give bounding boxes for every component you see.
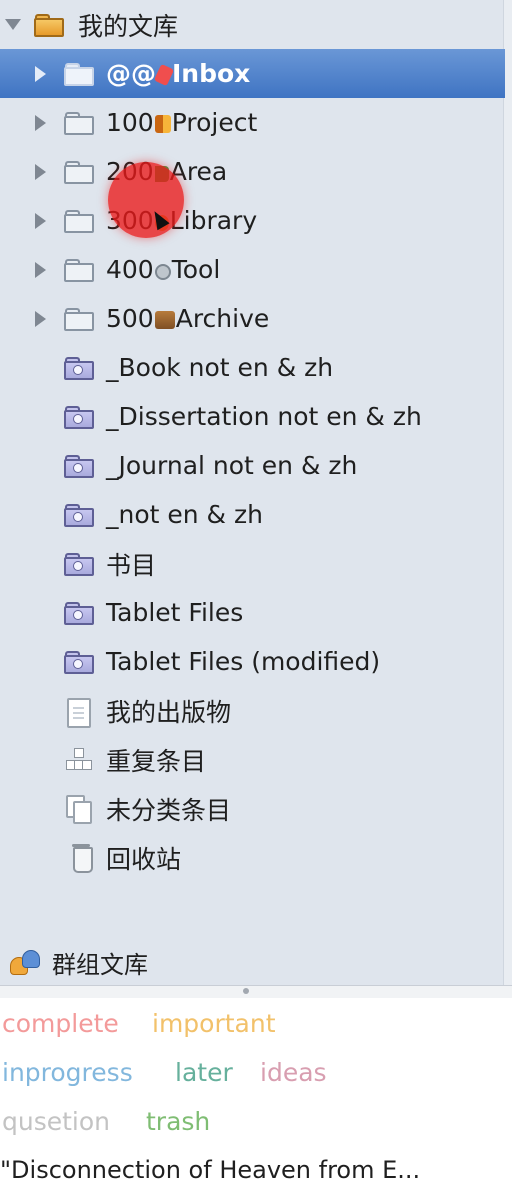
library-title: 我的文库 [78,11,179,41]
chevron-right-icon[interactable] [35,311,46,327]
saved-search-label: _Journal not en & zh [106,451,358,480]
saved-search-icon [64,651,94,674]
chevron-down-icon[interactable] [5,19,21,30]
collection-library[interactable]: 300 Library [0,196,505,245]
library-row[interactable]: 我的文库 [0,0,505,49]
saved-search-label: _Dissertation not en & zh [106,402,422,431]
folder-icon [64,308,94,331]
saved-search-bibliography[interactable]: 书目 [0,539,505,588]
box-icon [154,311,175,329]
collections-pane: 我的文库 @@ Inbox 100 Project 200 Area 300 Libra… [0,0,512,985]
chevron-right-icon[interactable] [35,66,46,82]
collection-area[interactable]: 200 Area [0,147,505,196]
tag-important[interactable]: important [152,1009,276,1038]
saved-search-label: Tablet Files [106,598,244,627]
collection-label: @@ Inbox [106,59,251,88]
special-label: 我的出版物 [106,697,232,727]
group-libraries-row[interactable]: 群组文库 [0,938,505,987]
saved-search-label: 书目 [106,550,157,580]
unfiled-items[interactable]: 未分类条目 [0,784,505,833]
trash[interactable]: 回收站 [0,833,505,882]
folder-icon [64,112,94,135]
trash-icon [72,844,93,873]
collection-label: 400 Tool [106,255,221,284]
saved-search-not-en-zh[interactable]: _not en & zh [0,490,505,539]
book-icon [154,115,171,133]
item-title-footer[interactable]: "Disconnection of Heaven from E... [0,1156,512,1184]
collection-project[interactable]: 100 Project [0,98,505,147]
saved-search-dissertation[interactable]: _Dissertation not en & zh [0,392,505,441]
chevron-right-icon[interactable] [35,262,46,278]
collection-label: 200 Area [106,157,228,186]
saved-search-icon [64,504,94,527]
folder-icon [64,161,94,184]
collection-label: 300 Library [106,206,258,235]
chevron-right-icon[interactable] [35,213,46,229]
saved-search-icon [64,553,94,576]
saved-search-label: Tablet Files (modified) [106,647,381,676]
tag-qusetion[interactable]: qusetion [2,1107,110,1136]
saved-search-icon [64,602,94,625]
group-libraries-label: 群组文库 [52,951,148,979]
saved-search-label: _not en & zh [106,500,263,529]
folder-icon [64,63,94,86]
chevron-right-icon[interactable] [35,115,46,131]
my-publications[interactable]: 我的出版物 [0,686,505,735]
collection-tool[interactable]: 400 Tool [0,245,505,294]
special-label: 回收站 [106,844,182,874]
flag-icon [154,166,169,182]
special-label: 重复条目 [106,746,207,776]
saved-search-icon [64,406,94,429]
collection-label: 500 Archive [106,304,270,333]
saved-search-icon [64,357,94,380]
saved-search-tablet-files[interactable]: Tablet Files [0,588,505,637]
collection-inbox[interactable]: @@ Inbox [0,49,505,98]
unfiled-icon [66,795,92,824]
special-label: 未分类条目 [106,795,232,825]
tag-trash[interactable]: trash [146,1107,210,1136]
pane-splitter[interactable] [0,985,512,999]
duplicate-items[interactable]: 重复条目 [0,735,505,784]
saved-search-tablet-files-modified[interactable]: Tablet Files (modified) [0,637,505,686]
magnifier-icon [154,264,171,280]
folder-icon [64,259,94,282]
collection-archive[interactable]: 500 Archive [0,294,505,343]
folder-icon [64,210,94,233]
collection-label: 100 Project [106,108,258,137]
chevron-right-icon[interactable] [35,164,46,180]
splitter-handle-icon[interactable] [243,988,249,994]
library-folder-icon [34,14,64,37]
tag-later[interactable]: later [175,1058,233,1087]
tag-ideas[interactable]: ideas [260,1058,327,1087]
tag-complete[interactable]: complete [2,1009,119,1038]
saved-search-journal[interactable]: _Journal not en & zh [0,441,505,490]
tag-inprogress[interactable]: inprogress [2,1058,133,1087]
group-icon [10,948,40,975]
document-icon [67,698,91,728]
saved-search-label: _Book not en & zh [106,353,334,382]
saved-search-book[interactable]: _Book not en & zh [0,343,505,392]
duplicate-icon [66,748,92,770]
saved-search-icon [64,455,94,478]
